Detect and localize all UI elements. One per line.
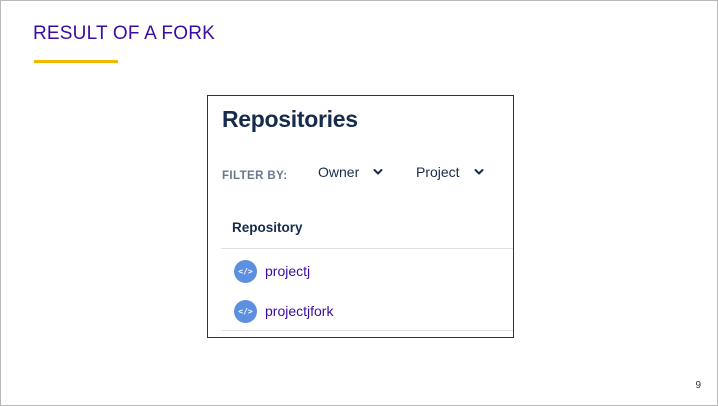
filter-bar: FILTER BY: Owner Project xyxy=(222,164,513,186)
repository-row: </> projectj xyxy=(234,259,310,283)
project-filter-label: Project xyxy=(416,164,460,180)
repositories-heading: Repositories xyxy=(222,106,358,132)
title-underline xyxy=(34,60,118,63)
repository-column-header[interactable]: Repository xyxy=(232,220,303,235)
repository-link-projectj[interactable]: projectj xyxy=(265,263,310,279)
code-icon: </> xyxy=(234,299,257,323)
owner-filter-dropdown[interactable]: Owner xyxy=(318,164,383,180)
table-bottom-divider xyxy=(221,330,513,331)
chevron-down-icon xyxy=(373,169,383,175)
slide-title: RESULT OF A FORK xyxy=(33,23,215,44)
repository-row: </> projectjfork xyxy=(234,299,333,323)
repository-link-projectjfork[interactable]: projectjfork xyxy=(265,303,333,319)
project-filter-dropdown[interactable]: Project xyxy=(416,164,484,180)
chevron-down-icon xyxy=(474,169,484,175)
filter-by-label: FILTER BY: xyxy=(222,170,288,182)
slide: RESULT OF A FORK Repositories FILTER BY:… xyxy=(0,0,718,406)
owner-filter-label: Owner xyxy=(318,164,360,180)
repositories-screenshot: Repositories FILTER BY: Owner Project Re… xyxy=(207,95,514,338)
page-number: 9 xyxy=(695,380,701,391)
code-icon: </> xyxy=(234,259,257,283)
header-divider xyxy=(221,248,513,249)
